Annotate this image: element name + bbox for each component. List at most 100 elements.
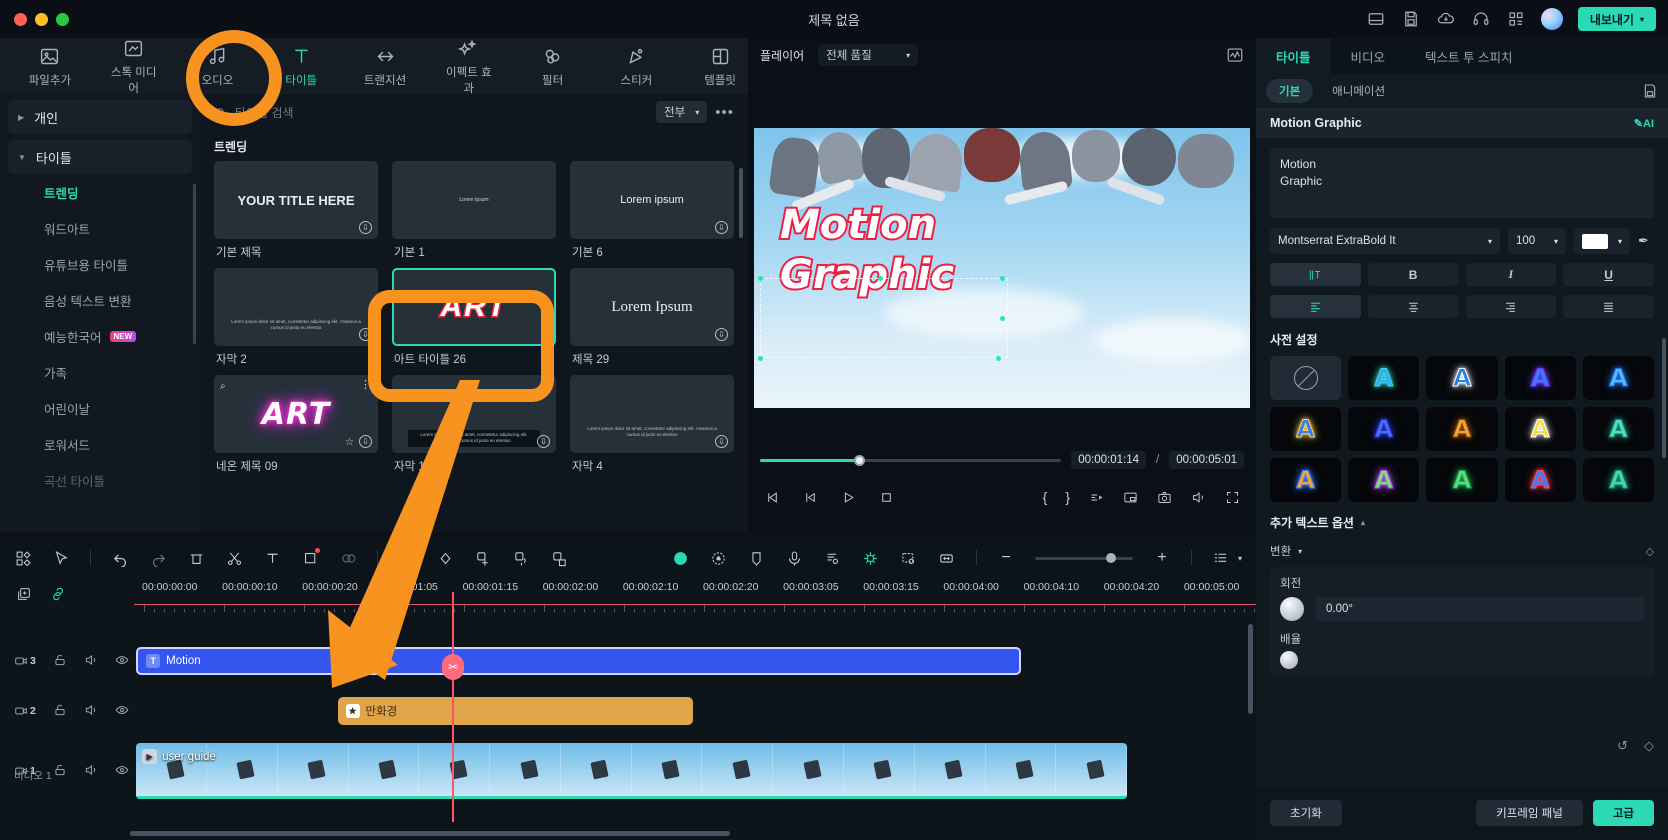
playhead[interactable]: ✂	[442, 592, 464, 822]
playhead-scissors-icon[interactable]: ✂	[442, 654, 464, 680]
text-spacing-icon[interactable]	[1270, 263, 1361, 286]
template-thumbnail[interactable]: Lorem ipsum dolor sit amet, consetetur a…	[570, 375, 734, 453]
mark-out-icon[interactable]: }	[1065, 489, 1070, 505]
font-family-dropdown[interactable]: Montserrat ExtraBold It ▾	[1270, 228, 1500, 254]
download-icon[interactable]: ⇩	[715, 435, 728, 448]
preset-orange-blue[interactable]: A	[1270, 458, 1342, 502]
handle-tc[interactable]	[878, 276, 883, 281]
preset-indigo-glow[interactable]: A	[1348, 407, 1420, 451]
pip-icon[interactable]	[1122, 489, 1138, 505]
search-input[interactable]: 타이틀 검색	[214, 104, 648, 121]
panel-subtab-1[interactable]: 기본	[1266, 79, 1314, 103]
download-icon[interactable]: ⇩	[537, 435, 550, 448]
media-tab-5[interactable]: 트랜지션	[357, 44, 413, 88]
mute-icon[interactable]	[84, 703, 98, 720]
filter-dropdown[interactable]: 전부 ▾	[656, 101, 708, 123]
preset-blue-red[interactable]: A	[1504, 458, 1576, 502]
handle-bc[interactable]	[996, 356, 1001, 361]
mark-in-icon[interactable]: {	[1043, 489, 1048, 505]
media-tab-7[interactable]: 필터	[525, 44, 581, 88]
media-tab-2[interactable]: 스톡 미디어	[106, 36, 162, 96]
preset-blue-yellow[interactable]: A	[1270, 407, 1342, 451]
link-icon[interactable]	[50, 586, 66, 607]
keyframe-panel-button[interactable]: 키프레임 패널	[1476, 800, 1583, 826]
panel-tab-2[interactable]: 비디오	[1331, 38, 1406, 74]
undo-icon[interactable]	[111, 549, 129, 567]
keyframe-diamond-icon[interactable]: ◇	[1646, 545, 1654, 558]
preset-white-blue-outline[interactable]: A	[1426, 356, 1498, 400]
grid-view-icon[interactable]	[14, 549, 32, 567]
template-cell[interactable]: Lorem ipsum dolor sit amet, consetetur a…	[214, 268, 378, 369]
favorite-star-icon[interactable]: ☆	[345, 437, 354, 448]
text-tool-icon[interactable]	[263, 549, 281, 567]
split-icon[interactable]	[225, 549, 243, 567]
extra-text-options-accordion[interactable]: 추가 텍스트 옵션 ▴	[1270, 514, 1654, 531]
download-icon[interactable]: ⇩	[715, 328, 728, 341]
media-tab-9[interactable]: 템플릿	[692, 44, 748, 88]
color-match-icon[interactable]	[339, 549, 357, 567]
audio-waveform-icon[interactable]	[1226, 46, 1244, 64]
voice-record-icon[interactable]	[786, 549, 804, 567]
stop-icon[interactable]	[878, 489, 894, 505]
ai-edit-icon[interactable]: ✎AI	[1634, 117, 1654, 130]
timeline-ruler[interactable]: 00:00:00:00 00:00:00:10 00:00:00:20 00:00:0…	[134, 578, 1256, 614]
nav-group-1[interactable]: ▶ 개인	[8, 100, 192, 134]
crop-icon[interactable]	[301, 548, 320, 567]
media-tab-4[interactable]: 타이틀	[273, 44, 329, 88]
redo-icon[interactable]	[149, 549, 167, 567]
template-cell[interactable]: Lorem ipsum ⇩ 기본 6	[570, 161, 734, 262]
nav-item-9[interactable]: 곡선 타이틀	[44, 462, 200, 498]
lock-icon[interactable]	[53, 703, 67, 720]
marker-icon[interactable]	[938, 549, 956, 567]
current-time[interactable]: 00:00:01:14	[1071, 451, 1147, 469]
left-nav-scrollbar[interactable]	[193, 184, 196, 344]
snapshot-icon[interactable]	[1156, 489, 1172, 505]
template-cell[interactable]: Lorem ipsum dolor sit amet, consetetur a…	[570, 375, 734, 476]
template-cell[interactable]: Lorem Ipsum 기본 1	[392, 161, 556, 262]
frame-step-icon[interactable]	[802, 489, 818, 505]
handle-bl[interactable]	[758, 356, 763, 361]
seek-slider[interactable]	[760, 454, 1062, 466]
download-icon[interactable]: ⇩	[359, 328, 372, 341]
nav-item-1[interactable]: 트렌딩	[44, 174, 200, 210]
align-right-icon[interactable]	[1465, 295, 1557, 318]
text-content-input[interactable]: Motion Graphic	[1270, 148, 1654, 218]
mask-icon[interactable]	[748, 549, 766, 567]
preset-none[interactable]	[1270, 356, 1342, 400]
align-left-icon[interactable]	[1270, 295, 1361, 318]
template-cell[interactable]: ART 아트 타이틀 26	[392, 268, 556, 369]
selection-box[interactable]	[760, 278, 1008, 358]
timeline-horizontal-scrollbar[interactable]	[130, 831, 730, 836]
fullscreen-icon[interactable]	[1224, 489, 1240, 505]
italic-icon[interactable]: I	[1465, 263, 1557, 286]
panel-tab-3[interactable]: 텍스트 투 스피치	[1405, 38, 1532, 74]
zoom-out-button[interactable]: −	[997, 549, 1015, 567]
handle-br[interactable]	[1000, 316, 1005, 321]
zoom-slider[interactable]	[1034, 552, 1133, 563]
timeline-clip-sticker[interactable]: ★ 만화경	[337, 697, 693, 725]
underline-icon[interactable]: U	[1563, 263, 1654, 286]
translate-icon[interactable]	[550, 549, 568, 567]
scale-knob[interactable]	[1280, 651, 1298, 669]
nav-item-8[interactable]: 로워서드	[44, 426, 200, 462]
preset-sky-glow[interactable]: A	[1582, 356, 1654, 400]
rotation-value-input[interactable]: 0.00°	[1316, 597, 1644, 621]
select-tool-icon[interactable]	[52, 549, 70, 567]
save-icon[interactable]	[1401, 9, 1421, 29]
template-thumbnail[interactable]: Lorem ipsum dolor sit amet, consetetur a…	[392, 375, 556, 453]
volume-icon[interactable]	[1190, 489, 1206, 505]
template-thumbnail[interactable]: Lorem ipsum dolor sit amet, consetetur a…	[214, 268, 378, 346]
template-thumbnail[interactable]: ART ⌕ ⋮ ☆ ⇩	[214, 375, 378, 453]
media-tab-6[interactable]: 이펙트 효과	[441, 36, 497, 96]
eye-icon[interactable]	[115, 653, 129, 670]
align-center-icon[interactable]	[1367, 295, 1459, 318]
lock-icon[interactable]	[53, 763, 67, 780]
motion-tracking-icon[interactable]	[710, 549, 728, 567]
camera-icon[interactable]: 2	[14, 704, 36, 718]
handle-tr[interactable]	[1000, 276, 1005, 281]
render-icon[interactable]	[1088, 489, 1104, 505]
preset-blue-violet-glow[interactable]: A	[1504, 356, 1576, 400]
browser-scrollbar[interactable]	[739, 168, 743, 238]
preset-cyan-blue-glow[interactable]: A	[1348, 356, 1420, 400]
more-options-button[interactable]: •••	[715, 104, 734, 121]
